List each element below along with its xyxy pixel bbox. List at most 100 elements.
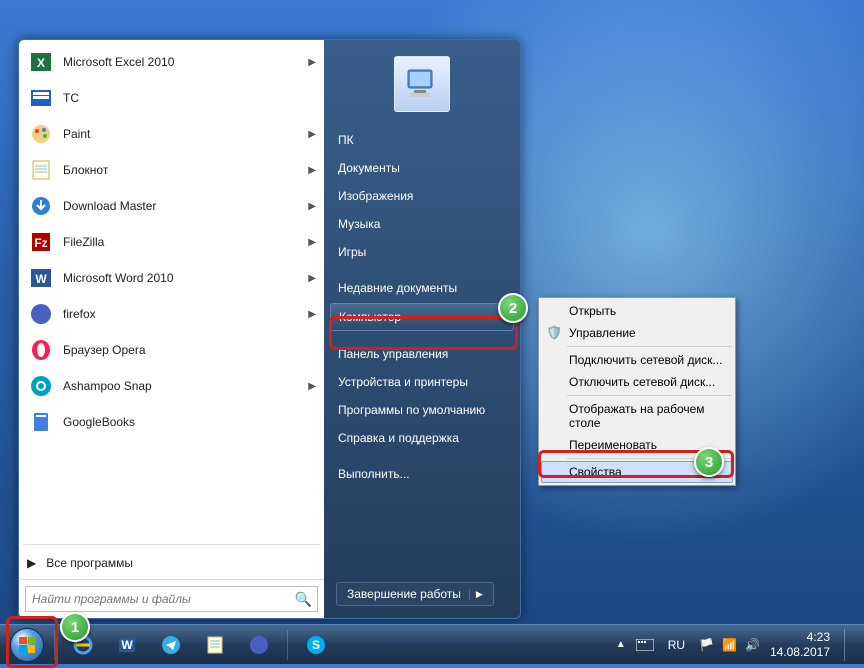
right-item-label: Изображения — [338, 189, 413, 203]
start-button[interactable] — [4, 625, 50, 665]
taskbar-firefox-icon[interactable] — [239, 630, 279, 660]
fz-icon: Fz — [27, 228, 55, 256]
program-label: Download Master — [63, 199, 308, 213]
word-icon: W — [27, 264, 55, 292]
start-right-panel: ПК Документы Изображения МузыкаИгры Недавние… — [324, 40, 520, 618]
tray-keyboard-icon[interactable] — [636, 639, 654, 651]
all-programs[interactable]: ▶ Все программы — [19, 547, 324, 579]
excel-icon: X — [27, 48, 55, 76]
right-panel-item[interactable]: Компьютер — [330, 303, 514, 331]
tray-language[interactable]: RU — [664, 636, 689, 654]
context-item-label: Отключить сетевой диск... — [569, 375, 715, 389]
program-label: Ashampoo Snap — [63, 379, 308, 393]
right-panel-item[interactable]: Изображения — [324, 182, 520, 210]
right-item-label: Недавние документы — [338, 281, 457, 295]
program-item[interactable]: TC — [21, 80, 322, 116]
program-item[interactable]: FzFileZilla▶ — [21, 224, 322, 260]
right-panel-item[interactable]: Устройства и принтеры — [324, 368, 520, 396]
program-item[interactable]: Браузер Opera — [21, 332, 322, 368]
search-bar: 🔍 — [19, 579, 324, 618]
right-panel-item[interactable]: Справка и поддержка — [324, 424, 520, 452]
tray-clock[interactable]: 4:23 14.08.2017 — [770, 630, 830, 659]
dm-icon — [27, 192, 55, 220]
context-separator — [567, 346, 732, 347]
program-item[interactable]: W Microsoft Word 2010▶ — [21, 260, 322, 296]
program-label: TC — [63, 91, 316, 105]
right-panel-item[interactable]: Документы — [324, 154, 520, 182]
right-panel-item[interactable]: Выполнить... — [324, 460, 520, 488]
badge-2: 2 — [498, 293, 528, 323]
submenu-arrow-icon: ▶ — [308, 273, 316, 284]
right-item-label: ПК — [338, 133, 354, 147]
context-separator — [567, 395, 732, 396]
taskbar-telegram-icon[interactable] — [151, 630, 191, 660]
submenu-arrow-icon: ▶ — [308, 309, 316, 320]
opera-icon — [27, 336, 55, 364]
taskbar-notepad-icon[interactable] — [195, 630, 235, 660]
search-input[interactable] — [25, 586, 318, 612]
tray-network-icon[interactable]: 📶 — [722, 638, 737, 652]
program-label: Microsoft Excel 2010 — [63, 55, 308, 69]
context-menu-item[interactable]: Подключить сетевой диск... — [541, 349, 733, 371]
snap-icon — [27, 372, 55, 400]
svg-text:X: X — [37, 56, 45, 70]
right-item-label: Документы — [338, 161, 400, 175]
program-item[interactable]: Ashampoo Snap▶ — [21, 368, 322, 404]
submenu-arrow-icon: ▶ — [308, 165, 316, 176]
tc-icon — [27, 84, 55, 112]
tray-volume-icon[interactable]: 🔊 — [745, 638, 760, 652]
tray-flag-icon[interactable]: 🏳️ — [699, 638, 714, 652]
taskbar-skype-icon[interactable]: S — [296, 630, 336, 660]
right-item-label: Устройства и принтеры — [338, 375, 468, 389]
system-tray: ▲ RU 🏳️ 📶 🔊 4:23 14.08.2017 — [616, 629, 864, 661]
context-menu-item[interactable]: Отображать на рабочем столе — [541, 398, 733, 434]
right-item-label: Панель управления — [338, 347, 448, 361]
svg-text:Fz: Fz — [34, 236, 47, 250]
submenu-arrow-icon: ▶ — [308, 381, 316, 392]
tray-chevron-icon[interactable]: ▲ — [616, 639, 626, 650]
right-panel-item[interactable]: Панель управления — [324, 340, 520, 368]
context-menu-item[interactable]: Открыть — [541, 300, 733, 322]
programs-list: XMicrosoft Excel 2010▶TCPaint▶Блокнот▶Do… — [19, 40, 324, 542]
program-label: Браузер Opera — [63, 343, 316, 357]
taskbar-word-icon[interactable]: W — [107, 630, 147, 660]
program-label: Блокнот — [63, 163, 308, 177]
context-item-label: Свойства — [569, 465, 622, 479]
right-item-label: Компьютер — [339, 310, 401, 324]
context-menu-item[interactable]: 🛡️Управление — [541, 322, 733, 344]
shield-icon: 🛡️ — [546, 325, 562, 341]
program-item[interactable]: GoogleBooks — [21, 404, 322, 440]
program-item[interactable]: firefox▶ — [21, 296, 322, 332]
program-label: firefox — [63, 307, 308, 321]
start-left-panel: XMicrosoft Excel 2010▶TCPaint▶Блокнот▶Do… — [19, 40, 324, 618]
context-item-label: Отображать на рабочем столе — [569, 402, 725, 430]
avatar-box — [324, 50, 520, 126]
right-panel-item[interactable]: Музыка — [324, 210, 520, 238]
submenu-arrow-icon: ▶ — [308, 201, 316, 212]
right-item-label: Выполнить... — [338, 467, 410, 481]
ff-icon — [27, 300, 55, 328]
program-label: Microsoft Word 2010 — [63, 271, 308, 285]
program-item[interactable]: Download Master▶ — [21, 188, 322, 224]
program-item[interactable]: Paint▶ — [21, 116, 322, 152]
search-icon: 🔍 — [295, 591, 312, 608]
right-panel-item[interactable]: Программы по умолчанию — [324, 396, 520, 424]
shutdown-button[interactable]: Завершение работы ▶ — [336, 582, 494, 606]
tray-date: 14.08.2017 — [770, 645, 830, 659]
svg-text:W: W — [121, 638, 133, 652]
divider — [23, 544, 320, 545]
right-panel-item[interactable]: Недавние документы — [324, 274, 520, 302]
submenu-arrow-icon: ▶ — [308, 57, 316, 68]
program-item[interactable]: X Microsoft Excel 2010▶ — [21, 44, 322, 80]
show-desktop-button[interactable] — [844, 629, 854, 661]
right-panel-item[interactable]: ПК — [324, 126, 520, 154]
right-item-label: Программы по умолчанию — [338, 403, 485, 417]
shutdown-area: Завершение работы ▶ — [324, 576, 520, 612]
program-item[interactable]: Блокнот▶ — [21, 152, 322, 188]
context-menu-item[interactable]: Отключить сетевой диск... — [541, 371, 733, 393]
badge-3: 3 — [694, 447, 724, 477]
right-item-label: Справка и поддержка — [338, 431, 459, 445]
start-menu: XMicrosoft Excel 2010▶TCPaint▶Блокнот▶Do… — [18, 39, 521, 619]
right-panel-item[interactable]: Игры — [324, 238, 520, 266]
context-item-label: Открыть — [569, 304, 616, 318]
